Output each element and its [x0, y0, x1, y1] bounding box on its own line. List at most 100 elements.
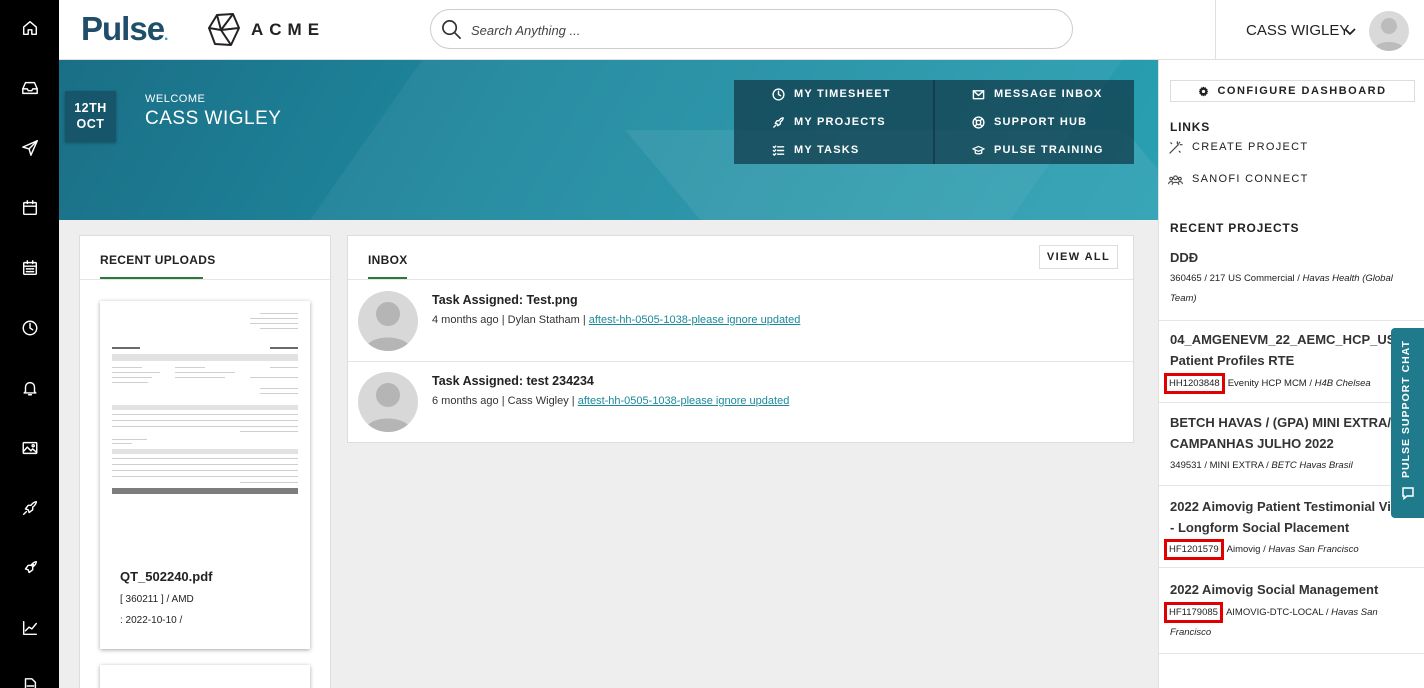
project-title[interactable]: 2022 Aimovig Patient Testimonial Vide [1170, 496, 1406, 517]
quick-links-divider [933, 80, 935, 164]
support-hub-label: SUPPORT HUB [994, 116, 1088, 128]
project-title[interactable]: 2022 Aimovig Social Management [1170, 579, 1378, 600]
project-meta-text: 349531 / MINI EXTRA / [1170, 460, 1272, 471]
project-meta-text: Aimovig / [1226, 544, 1269, 555]
recent-project-item[interactable]: BETCH HAVAS / (GPA) MINI EXTRA/ CAMPANHA… [1159, 403, 1424, 486]
document-icon [24, 678, 36, 688]
search-input[interactable] [471, 18, 1051, 42]
message-meta: 4 months ago | Dylan Statham | aftest-hh… [432, 314, 800, 326]
inbox-message[interactable]: Task Assigned: Test.png 4 months ago | D… [348, 281, 1133, 362]
global-search [430, 9, 1073, 49]
message-title[interactable]: Task Assigned: test 234234 [432, 374, 594, 388]
checklist-icon [772, 144, 785, 156]
media-nav[interactable] [0, 428, 59, 468]
pulse-training-link[interactable]: PULSE TRAINING [972, 136, 1104, 164]
acme-logo: ACME [207, 10, 325, 50]
doc-row [112, 414, 298, 415]
view-all-button[interactable]: VIEW ALL [1039, 245, 1118, 269]
bell-icon [22, 381, 37, 396]
avatar [358, 372, 418, 432]
doc-row [112, 420, 298, 421]
doc-line [112, 443, 132, 444]
projects-nav[interactable] [0, 488, 59, 528]
welcome-label: WELCOME [145, 93, 206, 105]
project-title[interactable]: BETCH HAVAS / (GPA) MINI EXTRA/ [1170, 412, 1391, 433]
my-projects-label: MY PROJECTS [794, 116, 886, 128]
support-chat-label: PULSE SUPPORT CHAT [1400, 340, 1412, 478]
doc-heading [270, 347, 298, 349]
inbox-card: INBOX VIEW ALL Task Assigned: Test.png 4… [347, 235, 1134, 443]
inbox-icon [21, 81, 38, 95]
configure-dashboard-label: CONFIGURE DASHBOARD [1217, 85, 1387, 97]
magic-wand-icon [1169, 140, 1183, 154]
recent-project-item[interactable]: DDĐ 360465 / 217 US Commercial / Havas H… [1159, 240, 1424, 321]
user-name: CASS WIGLEY [1246, 22, 1350, 39]
doc-band [112, 354, 298, 361]
calendar-nav[interactable] [0, 188, 59, 228]
sanofi-connect-link[interactable]: SANOFI CONNECT [1168, 170, 1309, 188]
date-day: 12TH [74, 101, 107, 115]
upload-thumbnail[interactable] [100, 665, 310, 688]
lifebuoy-icon [972, 115, 985, 129]
project-client: Havas San Francisco [1268, 544, 1359, 555]
message-project-link[interactable]: aftest-hh-0505-1038-please ignore update… [578, 395, 790, 407]
doc-line [260, 313, 298, 314]
recent-project-item[interactable]: 2022 Aimovig Patient Testimonial Vide - … [1159, 486, 1424, 568]
doc-row [112, 426, 298, 427]
message-inbox-link[interactable]: MESSAGE INBOX [972, 80, 1103, 108]
create-project-link[interactable]: CREATE PROJECT [1168, 138, 1308, 156]
recent-project-item[interactable]: 2022 Aimovig Social Management HF1179085… [1159, 568, 1424, 654]
project-title[interactable]: Patient Profiles RTE [1170, 350, 1294, 371]
project-title[interactable]: - Longform Social Placement [1170, 517, 1349, 538]
pulse-logo[interactable]: Pulse. [81, 10, 169, 48]
my-projects-link[interactable]: MY PROJECTS [772, 108, 886, 136]
recent-project-item[interactable]: 04_AMGENEVM_22_AEMC_HCP_US_2 Patient Pro… [1159, 321, 1424, 403]
doc-row [112, 476, 298, 477]
recent-uploads-title: RECENT UPLOADS [100, 253, 216, 267]
project-meta: HH1203848 Evenity HCP MCM / H4B Chelsea [1164, 373, 1371, 394]
launch-nav[interactable] [0, 548, 59, 588]
user-menu[interactable]: CASS WIGLEY [1215, 0, 1424, 60]
project-meta: Team) [1170, 289, 1197, 309]
message-meta-text: 4 months ago | Dylan Statham | [432, 314, 589, 326]
my-tasks-label: MY TASKS [794, 144, 860, 156]
support-hub-link[interactable]: SUPPORT HUB [972, 108, 1087, 136]
schedule-nav[interactable] [0, 248, 59, 288]
home-nav[interactable] [0, 8, 59, 48]
message-title[interactable]: Task Assigned: Test.png [432, 293, 578, 307]
support-chat-tab[interactable]: PULSE SUPPORT CHAT [1391, 328, 1424, 518]
create-project-label: CREATE PROJECT [1192, 141, 1309, 153]
chart-line-icon [22, 620, 37, 636]
left-sidebar [0, 0, 59, 688]
project-title[interactable]: 04_AMGENEVM_22_AEMC_HCP_US_2 [1170, 329, 1410, 350]
time-nav[interactable] [0, 308, 59, 348]
project-title[interactable]: CAMPANHAS JULHO 2022 [1170, 433, 1334, 454]
documents-nav[interactable] [0, 666, 59, 688]
user-silhouette-icon [1373, 18, 1405, 51]
reports-nav[interactable] [0, 608, 59, 648]
card-title-underline [100, 277, 203, 279]
inbox-nav[interactable] [0, 68, 59, 108]
inbox-message[interactable]: Task Assigned: test 234234 6 months ago … [348, 362, 1133, 443]
project-title[interactable]: DDĐ [1170, 247, 1198, 268]
my-tasks-link[interactable]: MY TASKS [772, 136, 859, 164]
pulse-logo-text: Pulse [81, 10, 165, 47]
upload-file-name[interactable]: QT_502240.pdf [120, 569, 213, 584]
avatar [358, 291, 418, 351]
links-heading: LINKS [1170, 120, 1210, 134]
notifications-nav[interactable] [0, 368, 59, 408]
message-project-link[interactable]: aftest-hh-0505-1038-please ignore update… [589, 314, 801, 326]
search-icon [442, 20, 461, 39]
send-nav[interactable] [0, 128, 59, 168]
rocket-icon [22, 500, 37, 516]
doc-table-header [112, 405, 298, 410]
project-client: Francisco [1170, 627, 1212, 638]
avatar[interactable] [1369, 11, 1409, 51]
my-timesheet-link[interactable]: MY TIMESHEET [772, 80, 891, 108]
doc-heading [112, 347, 140, 349]
pulse-logo-mark: . [164, 27, 169, 44]
calendar-grid-icon [22, 260, 37, 276]
configure-dashboard-button[interactable]: CONFIGURE DASHBOARD [1170, 80, 1415, 102]
right-panel: CONFIGURE DASHBOARD LINKS CREATE PROJECT… [1158, 60, 1424, 688]
users-icon [1168, 174, 1183, 185]
